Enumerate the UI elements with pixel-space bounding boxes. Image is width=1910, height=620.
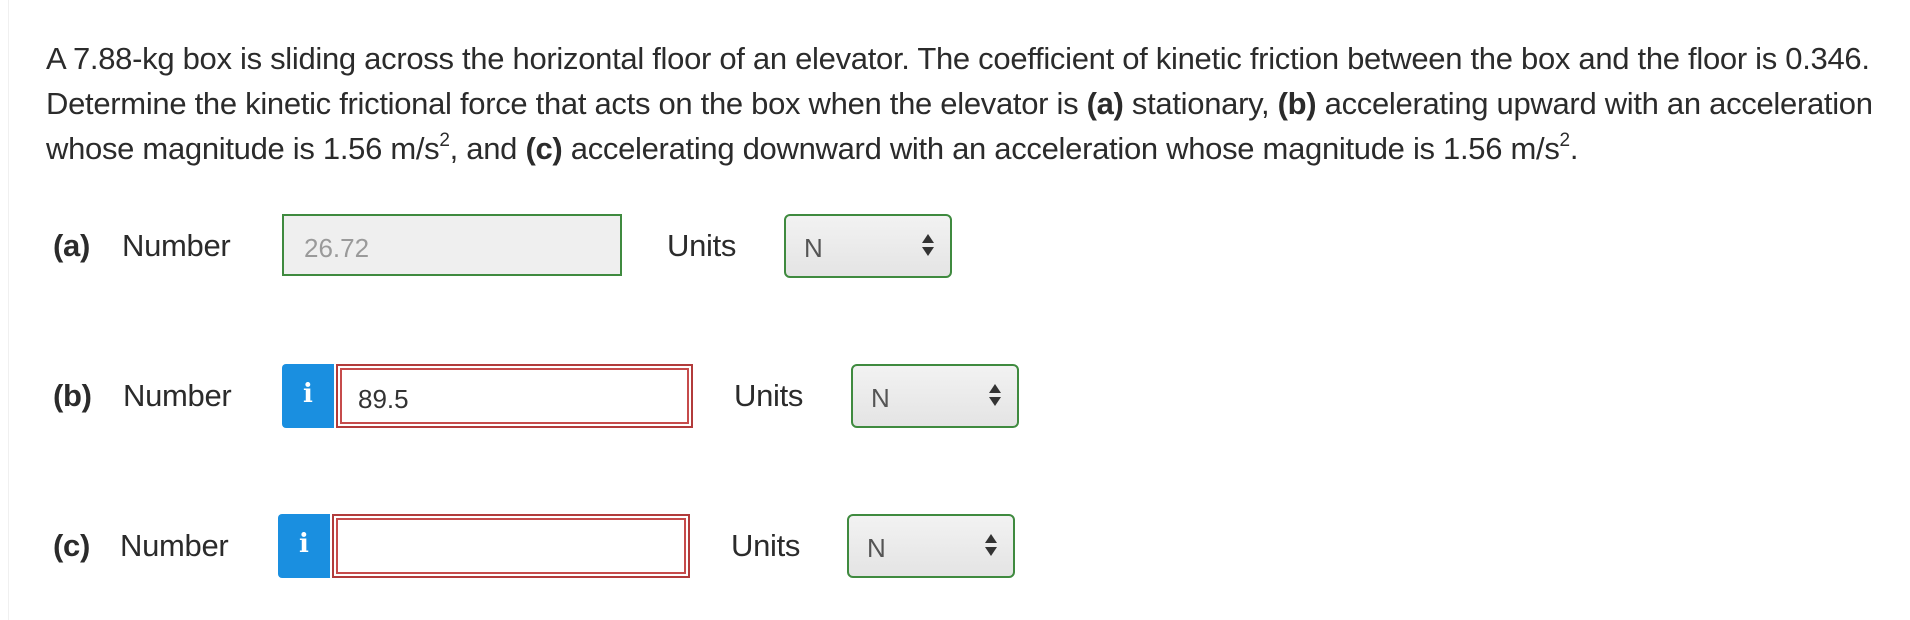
number-input-c[interactable]	[332, 514, 690, 578]
select-arrows-icon	[989, 384, 1001, 408]
question-text-part: accelerating downward with an accelerati…	[562, 131, 1560, 166]
question-text: A 7.88-kg box is sliding across the hori…	[46, 36, 1906, 171]
question-part-c-tag: (c)	[525, 131, 563, 166]
info-button-b[interactable]: i	[282, 364, 334, 428]
units-label-c: Units	[731, 528, 801, 563]
select-arrows-icon	[985, 534, 997, 558]
question-text-part: .	[1569, 131, 1579, 166]
units-select-b[interactable]: N	[851, 364, 1019, 428]
units-select-a-value: N	[804, 233, 823, 263]
number-label-a: Number	[122, 228, 231, 263]
part-b-label: (b)	[53, 378, 92, 413]
part-c-label: (c)	[53, 528, 90, 563]
question-text-part: , and	[449, 131, 526, 166]
question-part-b-tag: (b)	[1277, 86, 1317, 121]
units-select-b-value: N	[871, 383, 890, 413]
part-a-label: (a)	[53, 228, 90, 263]
question-text-part: stationary,	[1123, 86, 1278, 121]
units-label-a: Units	[667, 228, 737, 263]
units-select-a[interactable]: N	[784, 214, 952, 278]
question-part-a-tag: (a)	[1086, 86, 1124, 121]
units-select-c[interactable]: N	[847, 514, 1015, 578]
number-input-b[interactable]: 89.5	[336, 364, 693, 428]
number-label-c: Number	[120, 528, 229, 563]
select-arrows-icon	[922, 234, 934, 258]
number-input-a[interactable]: 26.72	[282, 214, 622, 276]
question-panel: A 7.88-kg box is sliding across the hori…	[8, 0, 1910, 620]
number-label-b: Number	[123, 378, 232, 413]
info-button-c[interactable]: i	[278, 514, 330, 578]
superscript: 2	[1559, 130, 1571, 151]
units-label-b: Units	[734, 378, 804, 413]
units-select-c-value: N	[867, 533, 886, 563]
answer-row-a: (a) Number 26.72 Units N	[9, 214, 1109, 280]
superscript: 2	[439, 130, 450, 151]
answer-row-b: (b) Number i 89.5 Units N	[9, 364, 1109, 430]
answer-row-c: (c) Number i Units N	[9, 514, 1109, 580]
